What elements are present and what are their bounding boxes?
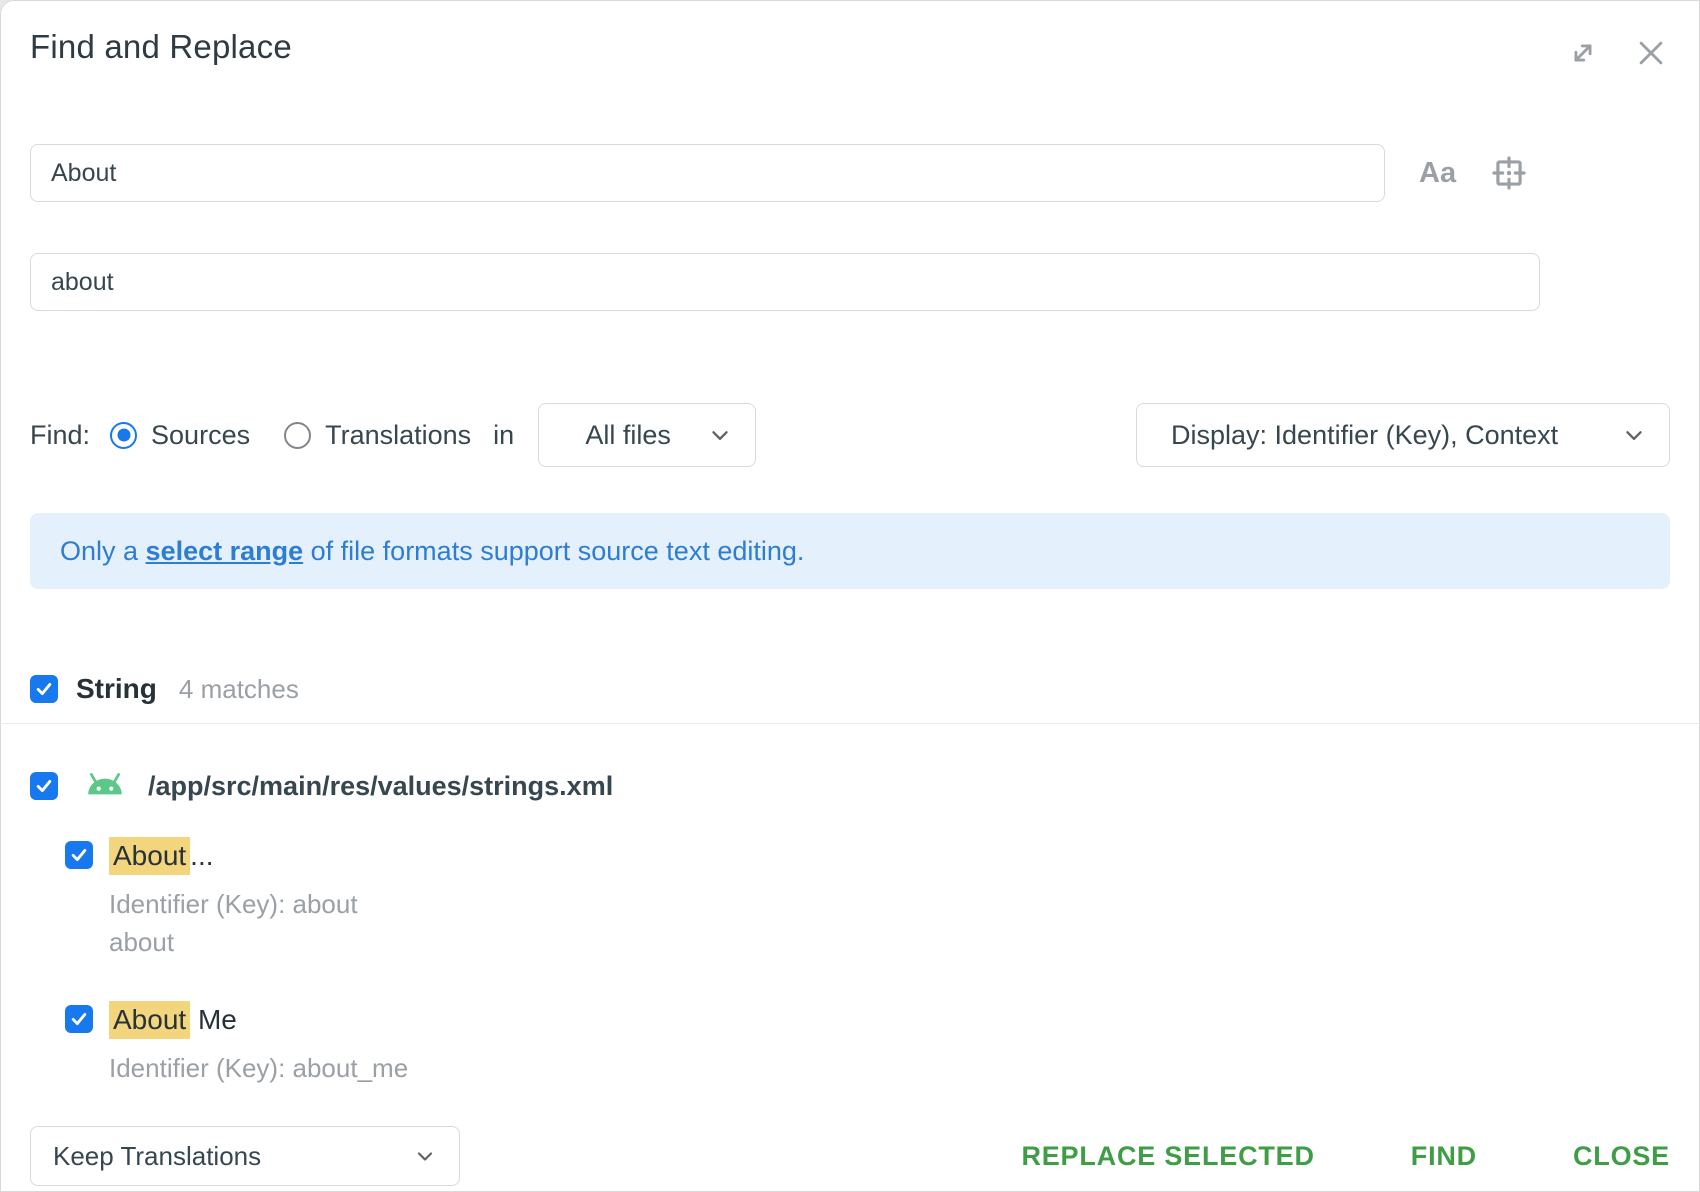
string-group-checkbox[interactable]	[30, 675, 58, 703]
radio-option-sources[interactable]: Sources	[110, 420, 250, 451]
close-button[interactable]: CLOSE	[1573, 1141, 1670, 1172]
group-label: String	[76, 673, 157, 705]
match-checkbox[interactable]	[65, 841, 93, 869]
match-case-icon[interactable]: Aa	[1419, 159, 1456, 188]
radio-option-translations[interactable]: Translations	[284, 420, 471, 451]
find-and-replace-dialog: Find and Replace Aa	[0, 0, 1700, 1192]
highlighted-term: About	[109, 837, 190, 875]
match-count: 4 matches	[179, 674, 299, 705]
select-range-link[interactable]: select range	[146, 536, 304, 566]
match-text[interactable]: About Me	[109, 1000, 237, 1040]
sources-radio[interactable]	[110, 422, 137, 449]
chevron-down-icon	[707, 422, 733, 448]
replace-input[interactable]	[30, 253, 1540, 311]
highlighted-term: About	[109, 1001, 190, 1039]
match-row: About... Identifier (Key): about about	[0, 836, 1700, 960]
find-input[interactable]	[30, 144, 1385, 202]
close-icon[interactable]	[1632, 34, 1670, 72]
dialog-title: Find and Replace	[30, 28, 292, 66]
file-path[interactable]: /app/src/main/res/values/strings.xml	[148, 771, 613, 802]
selection-frame-icon[interactable]	[1490, 154, 1528, 192]
match-identifier: Identifier (Key): about_me	[109, 1050, 1700, 1086]
files-scope-select[interactable]: All files	[538, 403, 756, 467]
file-checkbox[interactable]	[30, 772, 58, 800]
translations-mode-select[interactable]: Keep Translations	[30, 1126, 460, 1186]
match-text[interactable]: About...	[109, 836, 214, 876]
display-mode-select[interactable]: Display: Identifier (Key), Context	[1136, 403, 1670, 467]
display-mode-value: Display: Identifier (Key), Context	[1159, 420, 1558, 451]
sources-label: Sources	[151, 420, 250, 451]
find-button[interactable]: FIND	[1411, 1141, 1477, 1172]
translations-label: Translations	[325, 420, 471, 451]
match-row: About Me Identifier (Key): about_me	[0, 1000, 1700, 1086]
translations-mode-value: Keep Translations	[53, 1141, 261, 1172]
banner-prefix: Only a	[60, 536, 146, 566]
banner-suffix: of file formats support source text edit…	[303, 536, 804, 566]
banner-text: Only a select range of file formats supp…	[60, 536, 804, 567]
dialog-header: Find and Replace	[0, 0, 1700, 72]
chevron-down-icon	[413, 1144, 437, 1168]
chevron-down-icon	[1621, 422, 1647, 448]
match-rest: ...	[190, 840, 213, 871]
match-identifier: Identifier (Key): about	[109, 886, 1700, 922]
replace-selected-button[interactable]: REPLACE SELECTED	[1021, 1141, 1314, 1172]
info-banner: Only a select range of file formats supp…	[30, 513, 1670, 589]
match-context: about	[109, 924, 1700, 960]
translations-radio[interactable]	[284, 422, 311, 449]
match-checkbox[interactable]	[65, 1005, 93, 1033]
expand-icon[interactable]	[1564, 34, 1602, 72]
files-scope-value: All files	[579, 420, 671, 451]
in-label: in	[493, 420, 514, 451]
find-label: Find:	[30, 420, 90, 451]
divider	[0, 723, 1700, 724]
match-rest: Me	[190, 1004, 237, 1035]
android-icon	[84, 768, 126, 804]
